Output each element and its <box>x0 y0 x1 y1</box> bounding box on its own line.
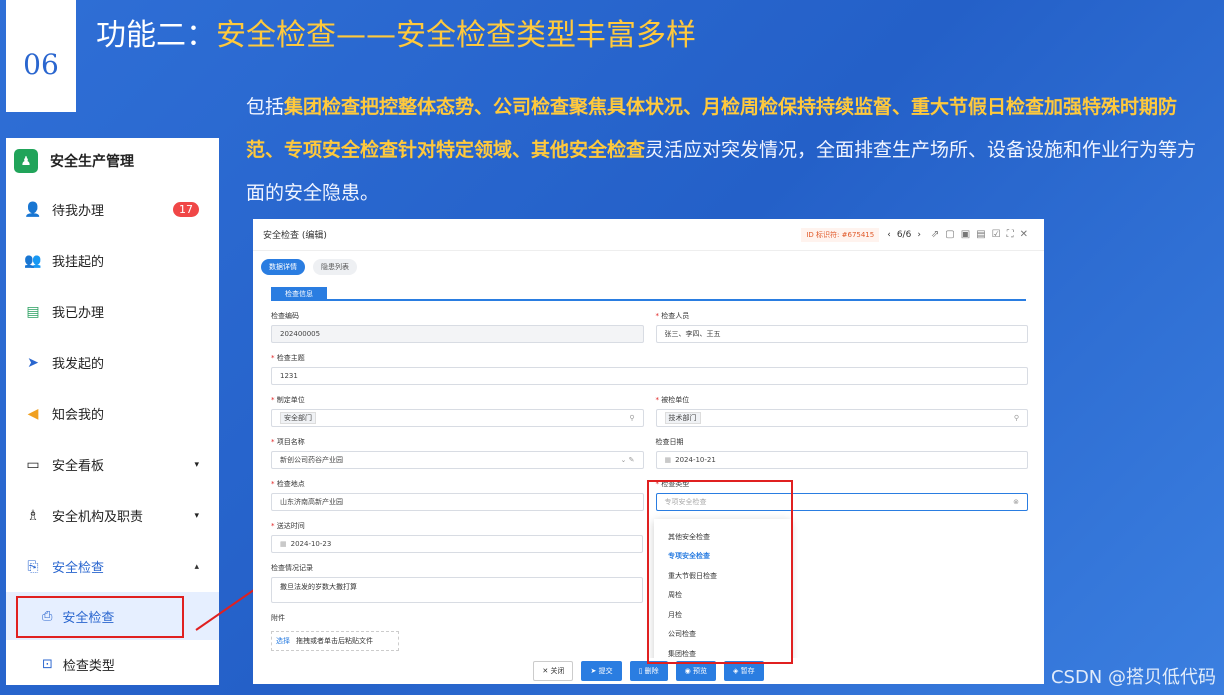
place-field[interactable]: 山东济南高新产业园 <box>271 493 644 511</box>
deliver-value: 2024-10-23 <box>290 540 332 548</box>
field-label: 检查情况记录 <box>271 564 313 572</box>
sidebar-item-label: 安全机构及职责 <box>52 510 144 525</box>
app-name: 安全生产管理 <box>50 154 134 170</box>
desc-part: 包括 <box>246 96 285 118</box>
toolbar-icons[interactable]: ⇗▢▣▤☑⛶✕ <box>931 229 1034 240</box>
sidebar-item-todo[interactable]: 👤 待我办理 17 <box>6 184 219 235</box>
count-badge: 17 <box>173 202 199 217</box>
section-title: 检查信息 <box>271 287 327 301</box>
tab-hazards[interactable]: 隐患列表 <box>313 259 357 275</box>
save-draft-button[interactable]: ◈ 暂存 <box>724 661 764 681</box>
prev-icon[interactable]: ‹ <box>887 230 891 240</box>
send-icon: ➤ <box>27 354 39 371</box>
done-list-icon: ▤ <box>26 303 40 320</box>
id-tag: ID 标识符: #675415 <box>801 227 880 242</box>
calendar-icon: ▦ <box>664 456 672 464</box>
window-title: 安全检查 (编辑) <box>263 231 327 241</box>
sidebar-item-label: 我发起的 <box>52 357 105 372</box>
topic-field[interactable]: 1231 <box>271 367 1028 385</box>
field-label: 检查地点 <box>276 480 305 488</box>
checked-unit-tag: 技术部门 <box>664 412 701 424</box>
date-field[interactable]: ▦ 2024-10-21 <box>655 451 1028 469</box>
sidebar-item-notify[interactable]: ◀ 知会我的 <box>6 388 219 439</box>
field-label: 被检单位 <box>661 396 690 404</box>
upload-area[interactable]: 选择 拖拽或者单击后粘贴文件 <box>271 631 399 651</box>
sidebar-header: ♟ 安全生产管理 <box>6 138 219 184</box>
megaphone-icon: ◀ <box>27 405 39 422</box>
clear-icon[interactable]: ⊗ <box>1013 498 1019 506</box>
highlight-box <box>16 596 184 638</box>
sidebar-item-label: 我挂起的 <box>52 255 105 270</box>
code-field: 202400005 <box>271 325 644 343</box>
field-label: 检查人员 <box>661 312 690 320</box>
org-picker-icon[interactable]: ⚲ <box>1014 414 1019 422</box>
section-header: 检查信息 <box>271 287 1026 301</box>
folder-icon: ▭ <box>26 456 40 473</box>
sidebar-subitem-label: 检查类型 <box>62 658 115 674</box>
next-icon[interactable]: › <box>917 230 921 240</box>
delete-button[interactable]: ▯ 删除 <box>629 661 668 681</box>
field-label: 送达时间 <box>276 522 305 530</box>
type-icon: ⊡ <box>42 656 53 672</box>
title-prefix: 功能二： <box>96 18 216 53</box>
tab-details[interactable]: 数据详情 <box>261 259 305 275</box>
submit-button[interactable]: ➤ 提交 <box>581 661 622 681</box>
org-picker-icon[interactable]: ⚲ <box>629 414 634 422</box>
deliver-date-field[interactable]: ▦ 2024-10-23 <box>271 535 643 553</box>
chevron-down-icon: ▾ <box>194 510 199 521</box>
user-icon: 👤 <box>24 201 42 218</box>
delete-button-label: 删除 <box>644 667 659 675</box>
preview-button[interactable]: ◉ 预览 <box>675 661 716 681</box>
title-highlight: 安全检查——安全检查类型丰富多样 <box>216 18 696 53</box>
sidebar-item-label: 待我办理 <box>52 204 105 219</box>
choose-link[interactable]: 选择 <box>276 636 290 646</box>
window-header: 安全检查 (编辑) ID 标识符: #675415 ‹ 6/6 › ⇗▢▣▤☑⛶… <box>253 219 1044 251</box>
org-icon: ♗ <box>26 507 40 524</box>
calendar-icon: ▦ <box>280 540 287 548</box>
field-label: 检查日期 <box>655 438 684 446</box>
people-field[interactable]: 张三、李四、王五 <box>655 325 1028 343</box>
sidebar-item-done[interactable]: ▤ 我已办理 <box>6 286 219 337</box>
chevron-down-icon: ▾ <box>194 459 199 470</box>
close-button[interactable]: ✕ 关闭 <box>533 661 574 681</box>
unit-field[interactable]: 安全部门 ⚲ <box>271 409 644 427</box>
watermark: CSDN @搭贝低代码 <box>1050 667 1216 688</box>
upload-hint: 拖拽或者单击后粘贴文件 <box>296 637 373 645</box>
project-select[interactable]: 新创公司药谷产业园 ⌄ ✎ <box>271 451 644 469</box>
field-label: 制定单位 <box>276 396 305 404</box>
field-label: 项目名称 <box>276 438 305 446</box>
app-logo-icon: ♟ <box>14 149 38 173</box>
record-textarea[interactable]: 撒旦法发的岁数大撒打算 <box>271 577 643 603</box>
sidebar-item-org[interactable]: ♗ 安全机构及职责 ▾ <box>6 490 219 541</box>
section-number: 06 <box>6 0 76 112</box>
highlight-box <box>647 480 793 664</box>
sidebar-item-started[interactable]: ➤ 我发起的 <box>6 337 219 388</box>
preview-button-label: 预览 <box>693 667 707 675</box>
sidebar-item-label: 安全看板 <box>52 459 105 474</box>
sidebar-item-label: 我已办理 <box>52 306 105 321</box>
sidebar-item-inspection[interactable]: ⎘ 安全检查 ▴ <box>6 541 219 592</box>
unit-tag: 安全部门 <box>280 412 316 424</box>
sidebar-item-suspended[interactable]: 👥 我挂起的 <box>6 235 219 286</box>
save-draft-button-label: 暂存 <box>740 667 755 675</box>
slide-description: 包括集团检查把控整体态势、公司检查聚焦具体状况、月检周检保持持续监督、重大节假日… <box>246 86 1206 215</box>
checked-unit-field[interactable]: 技术部门 ⚲ <box>655 409 1028 427</box>
tab-bar: 数据详情 隐患列表 <box>253 251 1044 283</box>
field-label: 检查主题 <box>276 354 305 362</box>
pager: 6/6 <box>896 229 912 240</box>
date-value: 2024-10-21 <box>675 456 716 464</box>
close-button-label: 关闭 <box>550 667 565 675</box>
sidebar-item-board[interactable]: ▭ 安全看板 ▾ <box>6 439 219 490</box>
slide-title: 功能二：安全检查——安全检查类型丰富多样 <box>96 10 696 54</box>
inspect-icon: ⎘ <box>27 558 39 575</box>
submit-button-label: 提交 <box>598 667 613 675</box>
sidebar-item-label: 安全检查 <box>52 561 105 576</box>
sidebar-item-label: 知会我的 <box>52 408 105 423</box>
project-value: 新创公司药谷产业园 <box>280 456 343 464</box>
field-label: 检查编码 <box>271 312 299 320</box>
user-pause-icon: 👥 <box>24 252 42 269</box>
sidebar-subitem-types[interactable]: ⊡ 检查类型 <box>6 640 219 688</box>
chevron-down-icon: ⌄ ✎ <box>620 456 635 464</box>
